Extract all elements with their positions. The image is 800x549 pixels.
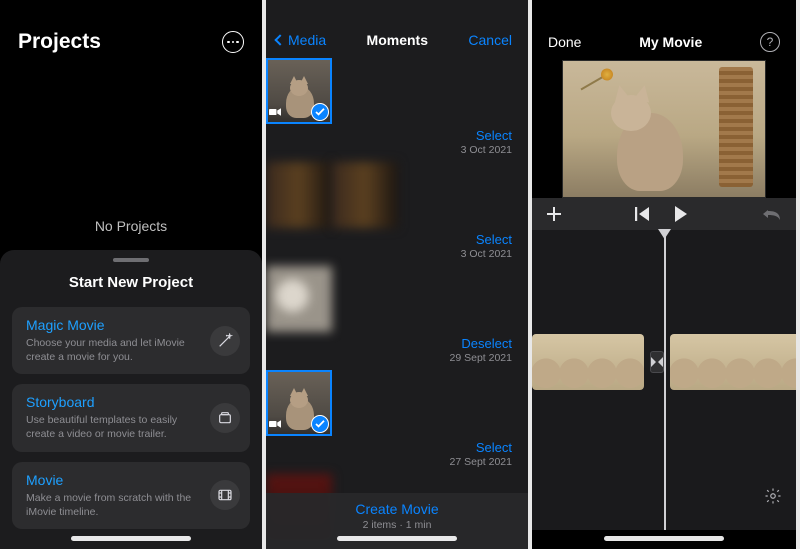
clip-frame: [698, 334, 726, 390]
clip-frame: [726, 334, 754, 390]
transition-button[interactable]: [650, 351, 664, 373]
storyboard-icon: [210, 403, 240, 433]
nav-bar: Done My Movie ?: [532, 0, 796, 60]
transport-bar: [532, 198, 796, 230]
media-thumbnail[interactable]: [332, 162, 398, 228]
moment-date: 29 Sept 2021: [450, 352, 512, 364]
video-icon: [269, 415, 281, 433]
moment-group: Select 3 Oct 2021: [266, 162, 528, 262]
moment-date: 3 Oct 2021: [461, 248, 512, 260]
chevron-left-icon: [274, 34, 285, 45]
clip-frame: [560, 334, 588, 390]
media-thumbnail[interactable]: [266, 162, 332, 228]
project-type-title: Magic Movie: [26, 317, 204, 333]
settings-button[interactable]: [764, 487, 782, 510]
projects-screen: Projects No Projects Start New Project M…: [0, 0, 262, 549]
clip-frame: [616, 334, 644, 390]
clip-frame: [670, 334, 698, 390]
film-icon: [210, 480, 240, 510]
moment-group: Select 27 Sept 2021: [266, 370, 528, 470]
page-title: Projects: [18, 30, 101, 54]
video-clip[interactable]: [670, 334, 796, 390]
moment-select-button[interactable]: Select: [461, 232, 512, 247]
new-project-sheet: Start New Project Magic Movie Choose you…: [0, 250, 262, 549]
project-type-title: Movie: [26, 472, 204, 488]
clip-frame: [588, 334, 616, 390]
media-thumbnail[interactable]: [266, 370, 332, 436]
empty-state-label: No Projects: [0, 218, 262, 234]
back-button[interactable]: Media: [276, 32, 326, 48]
moment-group: Select 3 Oct 2021: [266, 58, 528, 158]
magic-wand-icon: [210, 326, 240, 356]
undo-button[interactable]: [762, 207, 782, 221]
help-button[interactable]: ?: [760, 32, 780, 52]
cancel-button[interactable]: Cancel: [468, 32, 512, 48]
project-type-magic-movie[interactable]: Magic Movie Choose your media and let iM…: [12, 307, 250, 374]
sheet-title: Start New Project: [12, 274, 250, 291]
footer-subtitle: 2 items · 1 min: [266, 519, 528, 531]
project-type-title: Storyboard: [26, 394, 204, 410]
nav-bar: Media Moments Cancel: [266, 0, 528, 58]
sheet-grabber[interactable]: [113, 258, 149, 262]
clip-track: [532, 334, 796, 390]
timeline[interactable]: [532, 230, 796, 530]
help-icon: ?: [767, 35, 774, 49]
create-movie-button[interactable]: Create Movie: [266, 501, 528, 517]
add-media-button[interactable]: [546, 206, 562, 222]
done-button[interactable]: Done: [548, 34, 581, 50]
page-title: Moments: [367, 32, 428, 48]
project-title: My Movie: [639, 34, 702, 50]
moment-deselect-button[interactable]: Deselect: [450, 336, 512, 351]
moments-list: Select 3 Oct 2021 Select 3 Oct 2021: [266, 58, 528, 549]
moment-date: 27 Sept 2021: [450, 456, 512, 468]
back-label: Media: [288, 32, 326, 48]
project-type-subtitle: Make a movie from scratch with the iMovi…: [26, 491, 204, 519]
play-button[interactable]: [673, 206, 689, 222]
media-thumbnail[interactable]: [266, 266, 332, 332]
clip-frame: [754, 334, 782, 390]
moment-select-button[interactable]: Select: [461, 128, 512, 143]
video-icon: [269, 103, 281, 121]
media-thumbnail[interactable]: [266, 58, 332, 124]
home-indicator[interactable]: [337, 536, 457, 541]
media-picker-screen: Media Moments Cancel Select 3 Oct 2021: [266, 0, 528, 549]
home-indicator[interactable]: [71, 536, 191, 541]
project-type-subtitle: Use beautiful templates to easily create…: [26, 413, 204, 441]
ellipsis-icon: [227, 41, 239, 44]
moment-date: 3 Oct 2021: [461, 144, 512, 156]
project-type-storyboard[interactable]: Storyboard Use beautiful templates to ea…: [12, 384, 250, 451]
clip-frame: [532, 334, 560, 390]
home-indicator[interactable]: [604, 536, 724, 541]
moment-group: Deselect 29 Sept 2021: [266, 266, 528, 366]
go-to-start-button[interactable]: [635, 207, 651, 221]
project-type-movie[interactable]: Movie Make a movie from scratch with the…: [12, 462, 250, 529]
project-type-subtitle: Choose your media and let iMovie create …: [26, 336, 204, 364]
selected-checkmark-icon: [311, 103, 329, 121]
moment-select-button[interactable]: Select: [450, 440, 512, 455]
more-options-button[interactable]: [222, 31, 244, 53]
clip-frame: [782, 334, 796, 390]
editor-screen: Done My Movie ?: [532, 0, 796, 549]
video-preview[interactable]: [562, 60, 766, 198]
selected-checkmark-icon: [311, 415, 329, 433]
footer-bar: Create Movie 2 items · 1 min: [266, 493, 528, 549]
video-clip[interactable]: [532, 334, 644, 390]
